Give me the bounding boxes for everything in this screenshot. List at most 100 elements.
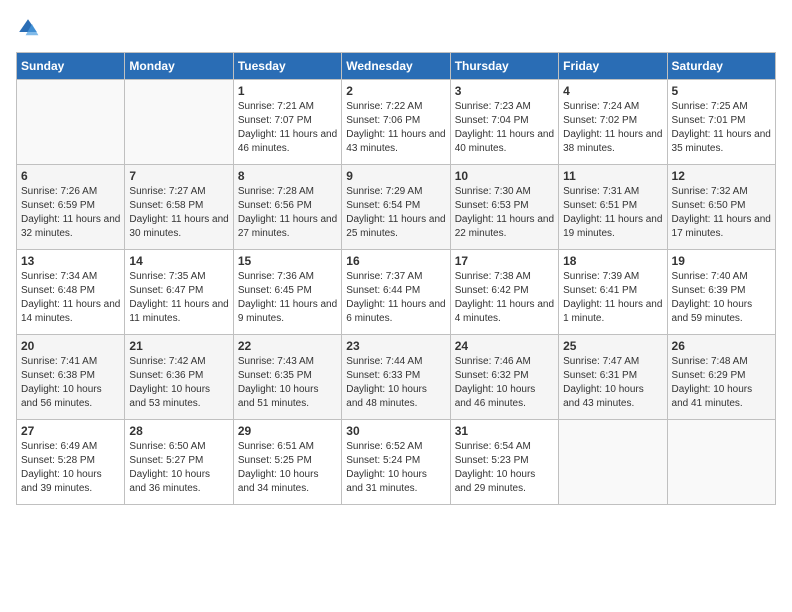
day-cell: 1 Sunrise: 7:21 AMSunset: 7:07 PMDaylight…	[233, 80, 341, 165]
day-cell: 17Sunrise: 7:38 AMSunset: 6:42 PMDayligh…	[450, 250, 558, 335]
weekday-header-wednesday: Wednesday	[342, 53, 450, 80]
day-cell: 11 Sunrise: 7:31 AMSunset: 6:51 PMDayligh…	[559, 165, 667, 250]
day-number: 15	[238, 254, 337, 268]
day-cell: 6Sunrise: 7:26 AMSunset: 6:59 PMDaylight…	[17, 165, 125, 250]
day-info: Sunrise: 7:44 AMSunset: 6:33 PMDaylight:…	[346, 355, 445, 411]
day-info: Sunrise: 7:39 AMSunset: 6:41 PMDaylight:…	[563, 270, 662, 326]
day-cell: 28Sunrise: 6:50 AMSunset: 5:27 PMDayligh…	[125, 420, 233, 505]
day-number: 12	[672, 169, 771, 183]
day-info: Sunrise: 6:49 AMSunset: 5:28 PMDaylight:…	[21, 440, 120, 496]
day-info: Sunrise: 7:31 AMSunset: 6:51 PMDaylight:…	[563, 185, 662, 241]
day-cell: 20 Sunrise: 7:41 AMSunset: 6:38 PMDayligh…	[17, 335, 125, 420]
day-info: Sunrise: 6:54 AMSunset: 5:23 PMDaylight:…	[455, 440, 554, 496]
day-info: Sunrise: 7:21 AMSunset: 7:07 PMDaylight:…	[238, 100, 337, 156]
day-info: Sunrise: 7:24 AMSunset: 7:02 PMDaylight:…	[563, 100, 662, 156]
week-row-2: 6Sunrise: 7:26 AMSunset: 6:59 PMDaylight…	[17, 165, 776, 250]
day-cell: 3 Sunrise: 7:23 AMSunset: 7:04 PMDaylight…	[450, 80, 558, 165]
day-cell: 14 Sunrise: 7:35 AMSunset: 6:47 PMDayligh…	[125, 250, 233, 335]
day-info: Sunrise: 7:48 AMSunset: 6:29 PMDaylight:…	[672, 355, 771, 411]
day-cell: 15 Sunrise: 7:36 AMSunset: 6:45 PMDayligh…	[233, 250, 341, 335]
day-info: Sunrise: 7:43 AMSunset: 6:35 PMDaylight:…	[238, 355, 337, 411]
day-info: Sunrise: 7:42 AMSunset: 6:36 PMDaylight:…	[129, 355, 228, 411]
day-number: 27	[21, 424, 120, 438]
page-header	[16, 16, 776, 40]
day-cell: 13 Sunrise: 7:34 AMSunset: 6:48 PMDayligh…	[17, 250, 125, 335]
day-cell: 10Sunrise: 7:30 AMSunset: 6:53 PMDayligh…	[450, 165, 558, 250]
day-info: Sunrise: 7:40 AMSunset: 6:39 PMDaylight:…	[672, 270, 771, 326]
day-cell	[559, 420, 667, 505]
day-number: 24	[455, 339, 554, 353]
day-cell: 25 Sunrise: 7:47 AMSunset: 6:31 PMDayligh…	[559, 335, 667, 420]
day-cell: 26 Sunrise: 7:48 AMSunset: 6:29 PMDayligh…	[667, 335, 775, 420]
day-cell: 19 Sunrise: 7:40 AMSunset: 6:39 PMDayligh…	[667, 250, 775, 335]
day-cell: 18 Sunrise: 7:39 AMSunset: 6:41 PMDayligh…	[559, 250, 667, 335]
day-info: Sunrise: 7:35 AMSunset: 6:47 PMDaylight:…	[129, 270, 228, 326]
weekday-header-thursday: Thursday	[450, 53, 558, 80]
day-info: Sunrise: 6:50 AMSunset: 5:27 PMDaylight:…	[129, 440, 228, 496]
calendar-table: SundayMondayTuesdayWednesdayThursdayFrid…	[16, 52, 776, 505]
day-cell: 30Sunrise: 6:52 AMSunset: 5:24 PMDayligh…	[342, 420, 450, 505]
day-number: 8	[238, 169, 337, 183]
day-info: Sunrise: 7:34 AMSunset: 6:48 PMDaylight:…	[21, 270, 120, 326]
day-cell: 5 Sunrise: 7:25 AMSunset: 7:01 PMDaylight…	[667, 80, 775, 165]
day-info: Sunrise: 7:32 AMSunset: 6:50 PMDaylight:…	[672, 185, 771, 241]
day-cell: 23 Sunrise: 7:44 AMSunset: 6:33 PMDayligh…	[342, 335, 450, 420]
day-cell: 2 Sunrise: 7:22 AMSunset: 7:06 PMDaylight…	[342, 80, 450, 165]
day-number: 18	[563, 254, 662, 268]
day-info: Sunrise: 7:22 AMSunset: 7:06 PMDaylight:…	[346, 100, 445, 156]
week-row-3: 13 Sunrise: 7:34 AMSunset: 6:48 PMDayligh…	[17, 250, 776, 335]
weekday-header-sunday: Sunday	[17, 53, 125, 80]
weekday-header-saturday: Saturday	[667, 53, 775, 80]
week-row-5: 27 Sunrise: 6:49 AMSunset: 5:28 PMDayligh…	[17, 420, 776, 505]
day-number: 21	[129, 339, 228, 353]
day-info: Sunrise: 6:51 AMSunset: 5:25 PMDaylight:…	[238, 440, 337, 496]
logo-icon	[16, 16, 40, 40]
day-number: 2	[346, 84, 445, 98]
day-number: 7	[129, 169, 228, 183]
day-cell: 8 Sunrise: 7:28 AMSunset: 6:56 PMDaylight…	[233, 165, 341, 250]
day-number: 9	[346, 169, 445, 183]
day-number: 13	[21, 254, 120, 268]
day-cell	[17, 80, 125, 165]
day-info: Sunrise: 7:38 AMSunset: 6:42 PMDaylight:…	[455, 270, 554, 326]
day-cell: 24 Sunrise: 7:46 AMSunset: 6:32 PMDayligh…	[450, 335, 558, 420]
day-info: Sunrise: 7:47 AMSunset: 6:31 PMDaylight:…	[563, 355, 662, 411]
weekday-header-monday: Monday	[125, 53, 233, 80]
day-cell: 29 Sunrise: 6:51 AMSunset: 5:25 PMDayligh…	[233, 420, 341, 505]
day-number: 25	[563, 339, 662, 353]
week-row-1: 1 Sunrise: 7:21 AMSunset: 7:07 PMDaylight…	[17, 80, 776, 165]
logo	[16, 16, 44, 40]
day-cell: 27 Sunrise: 6:49 AMSunset: 5:28 PMDayligh…	[17, 420, 125, 505]
day-cell: 7 Sunrise: 7:27 AMSunset: 6:58 PMDaylight…	[125, 165, 233, 250]
day-cell: 22Sunrise: 7:43 AMSunset: 6:35 PMDayligh…	[233, 335, 341, 420]
day-number: 3	[455, 84, 554, 98]
day-number: 4	[563, 84, 662, 98]
day-info: Sunrise: 7:25 AMSunset: 7:01 PMDaylight:…	[672, 100, 771, 156]
day-info: Sunrise: 7:27 AMSunset: 6:58 PMDaylight:…	[129, 185, 228, 241]
day-info: Sunrise: 7:23 AMSunset: 7:04 PMDaylight:…	[455, 100, 554, 156]
day-number: 19	[672, 254, 771, 268]
day-info: Sunrise: 7:37 AMSunset: 6:44 PMDaylight:…	[346, 270, 445, 326]
week-row-4: 20 Sunrise: 7:41 AMSunset: 6:38 PMDayligh…	[17, 335, 776, 420]
day-cell: 9Sunrise: 7:29 AMSunset: 6:54 PMDaylight…	[342, 165, 450, 250]
day-number: 10	[455, 169, 554, 183]
day-cell: 12 Sunrise: 7:32 AMSunset: 6:50 PMDayligh…	[667, 165, 775, 250]
day-number: 26	[672, 339, 771, 353]
day-info: Sunrise: 7:28 AMSunset: 6:56 PMDaylight:…	[238, 185, 337, 241]
day-info: Sunrise: 7:46 AMSunset: 6:32 PMDaylight:…	[455, 355, 554, 411]
day-number: 11	[563, 169, 662, 183]
day-number: 1	[238, 84, 337, 98]
day-number: 29	[238, 424, 337, 438]
day-cell	[125, 80, 233, 165]
day-number: 23	[346, 339, 445, 353]
day-cell: 31 Sunrise: 6:54 AMSunset: 5:23 PMDayligh…	[450, 420, 558, 505]
weekday-header-friday: Friday	[559, 53, 667, 80]
day-cell: 21 Sunrise: 7:42 AMSunset: 6:36 PMDayligh…	[125, 335, 233, 420]
day-number: 14	[129, 254, 228, 268]
day-number: 20	[21, 339, 120, 353]
day-cell: 4 Sunrise: 7:24 AMSunset: 7:02 PMDaylight…	[559, 80, 667, 165]
day-info: Sunrise: 7:36 AMSunset: 6:45 PMDaylight:…	[238, 270, 337, 326]
day-number: 31	[455, 424, 554, 438]
day-info: Sunrise: 7:41 AMSunset: 6:38 PMDaylight:…	[21, 355, 120, 411]
day-number: 5	[672, 84, 771, 98]
